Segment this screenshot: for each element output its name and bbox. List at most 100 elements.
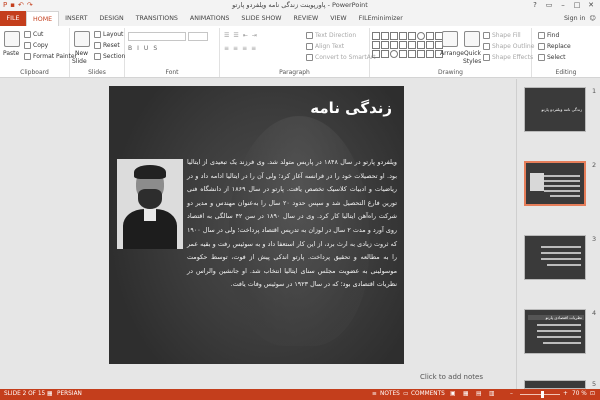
arrange-button[interactable]: Arrange <box>440 50 464 57</box>
reading-view-icon[interactable]: ▤ <box>476 389 481 400</box>
bullets-icon[interactable]: ☰ <box>224 32 231 39</box>
copy-button[interactable]: Copy <box>24 42 48 49</box>
convert-smartart-button[interactable]: Convert to SmartArt <box>306 54 376 61</box>
shape-rect-icon[interactable] <box>426 32 434 40</box>
shape-arrow-icon[interactable] <box>417 50 425 58</box>
thumbnail-slide-1[interactable]: زندگی نامه ویلفردو پارتو <box>524 87 586 132</box>
list-buttons[interactable]: ☰ ☰ ⇤ ⇥ <box>224 32 259 39</box>
shape-rect-icon[interactable] <box>408 32 416 40</box>
tab-home[interactable]: HOME <box>26 11 60 26</box>
shape-star-icon[interactable] <box>399 41 407 49</box>
shape-rect-icon[interactable] <box>372 50 380 58</box>
thumbnail-slide-3[interactable] <box>524 235 586 280</box>
text-direction-button[interactable]: Text Direction <box>306 32 356 39</box>
tab-file[interactable]: FILE <box>0 11 26 26</box>
minimize-button[interactable]: – <box>556 0 570 10</box>
shape-oval-icon[interactable] <box>417 32 425 40</box>
shape-rect-icon[interactable] <box>372 32 380 40</box>
language-indicator[interactable]: PERSIAN <box>57 389 82 400</box>
slide-body-text[interactable]: ویلفردو پارتو در سال ۱۸۴۸ در پاریس متولد… <box>187 156 397 292</box>
portrait-image[interactable] <box>117 159 183 249</box>
quick-styles-label-2[interactable]: Styles <box>463 58 481 65</box>
ribbon-display-button[interactable]: ▭ <box>542 0 556 10</box>
align-center-icon[interactable]: ≡ <box>233 45 240 52</box>
shape-rect-icon[interactable] <box>408 41 416 49</box>
normal-view-icon[interactable]: ▣ <box>450 389 455 400</box>
justify-icon[interactable]: ≡ <box>251 45 258 52</box>
zoom-slider-thumb[interactable] <box>541 391 544 398</box>
spellcheck-icon[interactable]: ▦ <box>47 389 52 400</box>
new-slide-icon[interactable] <box>74 31 90 47</box>
sign-in-link[interactable]: Sign in <box>564 11 585 26</box>
shape-rect-icon[interactable] <box>381 50 389 58</box>
shape-fill-button[interactable]: Shape Fill <box>483 32 521 39</box>
tab-animations[interactable]: ANIMATIONS <box>184 11 236 26</box>
comments-icon[interactable]: ▭ <box>403 389 408 400</box>
font-size-box[interactable] <box>188 32 208 41</box>
shape-arrow-icon[interactable] <box>390 41 398 49</box>
shape-rect-icon[interactable] <box>381 32 389 40</box>
tab-design[interactable]: DESIGN <box>93 11 129 26</box>
shape-oval-icon[interactable] <box>390 50 398 58</box>
shape-line-icon[interactable] <box>390 32 398 40</box>
select-button[interactable]: Select <box>538 54 566 61</box>
notes-placeholder[interactable]: Click to add notes <box>420 373 483 381</box>
italic-icon[interactable]: I <box>137 45 142 52</box>
shape-arrow-icon[interactable] <box>381 41 389 49</box>
shape-line-icon[interactable] <box>426 50 434 58</box>
tab-view[interactable]: VIEW <box>324 11 352 26</box>
redo-icon[interactable]: ↷ <box>27 1 33 10</box>
strike-icon[interactable]: S <box>153 45 160 52</box>
replace-button[interactable]: Replace <box>538 43 571 50</box>
zoom-out-button[interactable]: – <box>510 389 513 400</box>
shape-line-icon[interactable] <box>372 41 380 49</box>
layout-button[interactable]: Layout <box>94 31 123 38</box>
maximize-button[interactable]: □ <box>570 0 584 10</box>
decrease-indent-icon[interactable]: ⇤ <box>243 32 250 39</box>
font-format-buttons[interactable]: BIUS <box>128 45 160 52</box>
shape-effects-button[interactable]: Shape Effects <box>483 54 533 61</box>
zoom-slider-track[interactable] <box>520 394 560 395</box>
tab-insert[interactable]: INSERT <box>59 11 93 26</box>
undo-icon[interactable]: ↶ <box>18 1 24 10</box>
tab-fileminimizer[interactable]: FILEminimizer <box>353 11 409 26</box>
quick-styles-label[interactable]: Quick <box>464 50 481 57</box>
slide-canvas[interactable]: زندگی نامه ویلفردو پارتو در سال ۱۸۴۸ در … <box>109 86 404 364</box>
notes-button[interactable]: NOTES <box>380 389 400 400</box>
slide-sorter-icon[interactable]: ▦ <box>463 389 468 400</box>
align-left-icon[interactable]: ≡ <box>224 45 231 52</box>
tab-slide-show[interactable]: SLIDE SHOW <box>235 11 287 26</box>
arrange-icon[interactable] <box>442 31 458 47</box>
save-icon[interactable]: ▪ <box>10 1 15 10</box>
close-button[interactable]: ✕ <box>584 0 598 10</box>
slideshow-view-icon[interactable]: ▥ <box>489 389 494 400</box>
font-name-box[interactable] <box>128 32 186 41</box>
shapes-gallery[interactable] <box>372 32 443 58</box>
underline-icon[interactable]: U <box>144 45 151 52</box>
quick-styles-icon[interactable] <box>464 31 480 47</box>
align-buttons[interactable]: ≡ ≡ ≡ ≡ <box>224 45 258 52</box>
thumbnail-slide-2[interactable] <box>524 161 586 206</box>
tab-transitions[interactable]: TRANSITIONS <box>130 11 184 26</box>
cut-button[interactable]: Cut <box>24 31 43 38</box>
zoom-in-button[interactable]: + <box>563 389 568 400</box>
new-slide-label[interactable]: New <box>75 50 88 57</box>
comments-button[interactable]: COMMENTS <box>411 389 445 400</box>
thumbnail-slide-4[interactable]: نظریات اقتصادی پارتو <box>524 309 586 354</box>
tab-review[interactable]: REVIEW <box>288 11 325 26</box>
paste-icon[interactable] <box>4 31 20 47</box>
fit-slide-icon[interactable]: ⊡ <box>590 389 595 400</box>
shape-brace-icon[interactable] <box>417 41 425 49</box>
shape-triangle-icon[interactable] <box>399 50 407 58</box>
thumbnail-slide-5[interactable] <box>524 380 586 389</box>
find-button[interactable]: Find <box>538 32 559 39</box>
section-button[interactable]: Section <box>94 53 125 60</box>
bold-icon[interactable]: B <box>128 45 135 52</box>
numbering-icon[interactable]: ☰ <box>233 32 240 39</box>
shape-line-icon[interactable] <box>399 32 407 40</box>
reset-button[interactable]: Reset <box>94 42 120 49</box>
shape-rect-icon[interactable] <box>408 50 416 58</box>
slide-title[interactable]: زندگی نامه <box>310 99 392 117</box>
zoom-level[interactable]: 70 % <box>572 389 587 400</box>
increase-indent-icon[interactable]: ⇥ <box>252 32 259 39</box>
